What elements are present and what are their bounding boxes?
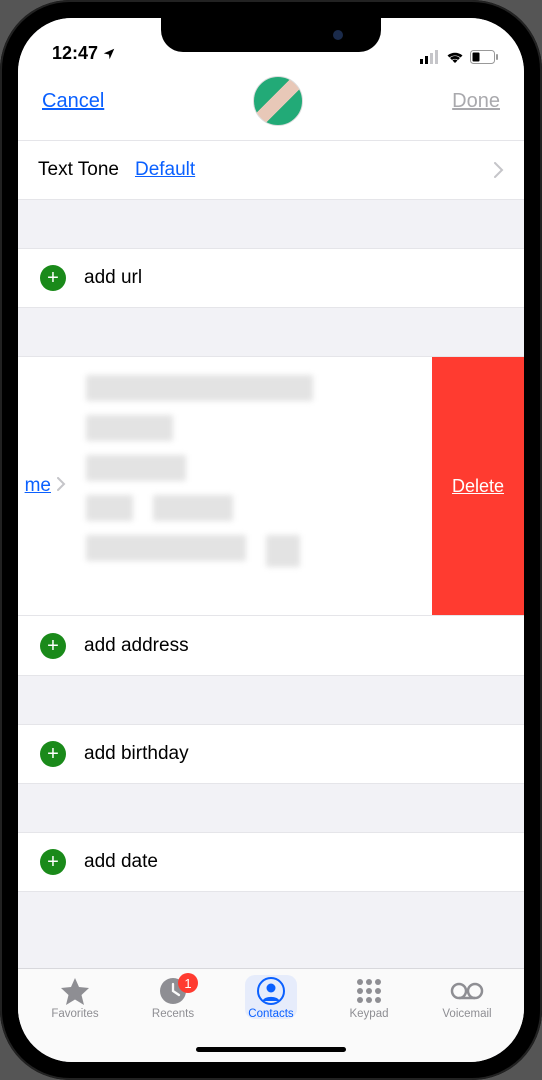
contact-avatar[interactable] (253, 76, 303, 126)
text-tone-label: Text Tone (38, 159, 119, 181)
wifi-icon (446, 50, 464, 64)
star-icon (60, 977, 90, 1005)
tab-label: Recents (152, 1008, 194, 1020)
text-tone-row[interactable]: Text Tone Default (18, 140, 524, 200)
tab-label: Voicemail (442, 1008, 491, 1020)
tab-label: Favorites (51, 1008, 98, 1020)
add-date-label: add date (84, 851, 158, 873)
tab-label: Contacts (248, 1008, 293, 1020)
tab-voicemail[interactable]: Voicemail (418, 977, 516, 1062)
status-time: 12:47 (52, 43, 98, 64)
edit-contact-form: Text Tone Default + add url me (18, 140, 524, 968)
chevron-right-icon (57, 477, 66, 491)
address-row-swiped[interactable]: me Delete (18, 356, 524, 616)
location-icon (102, 47, 116, 61)
chevron-right-icon (494, 162, 504, 178)
text-tone-value: Default (135, 159, 478, 181)
add-address-label: add address (84, 635, 189, 657)
add-birthday-label: add birthday (84, 743, 189, 765)
battery-icon (470, 50, 498, 64)
add-url-label: add url (84, 267, 142, 289)
address-type-fragment: me (25, 475, 51, 497)
device-notch (161, 18, 381, 52)
delete-button[interactable]: Delete (432, 357, 524, 615)
tab-label: Keypad (349, 1008, 388, 1020)
plus-icon: + (40, 633, 66, 659)
cancel-button[interactable]: Cancel (42, 90, 104, 113)
delete-label: Delete (452, 476, 504, 497)
recents-badge: 1 (178, 973, 198, 993)
add-date-row[interactable]: + add date (18, 832, 524, 892)
home-indicator[interactable] (196, 1047, 346, 1052)
plus-icon: + (40, 741, 66, 767)
add-birthday-row[interactable]: + add birthday (18, 724, 524, 784)
tab-favorites[interactable]: Favorites (26, 977, 124, 1062)
address-type-selector[interactable]: me (18, 357, 66, 615)
add-url-row[interactable]: + add url (18, 248, 524, 308)
keypad-icon (355, 977, 383, 1005)
edit-contact-header: Cancel Done (18, 66, 524, 140)
contact-icon (257, 977, 285, 1005)
plus-icon: + (40, 849, 66, 875)
voicemail-icon (450, 977, 484, 1005)
cellular-icon (420, 50, 440, 64)
address-fields-redacted (66, 357, 432, 615)
plus-icon: + (40, 265, 66, 291)
add-address-row[interactable]: + add address (18, 616, 524, 676)
done-button[interactable]: Done (452, 90, 500, 113)
